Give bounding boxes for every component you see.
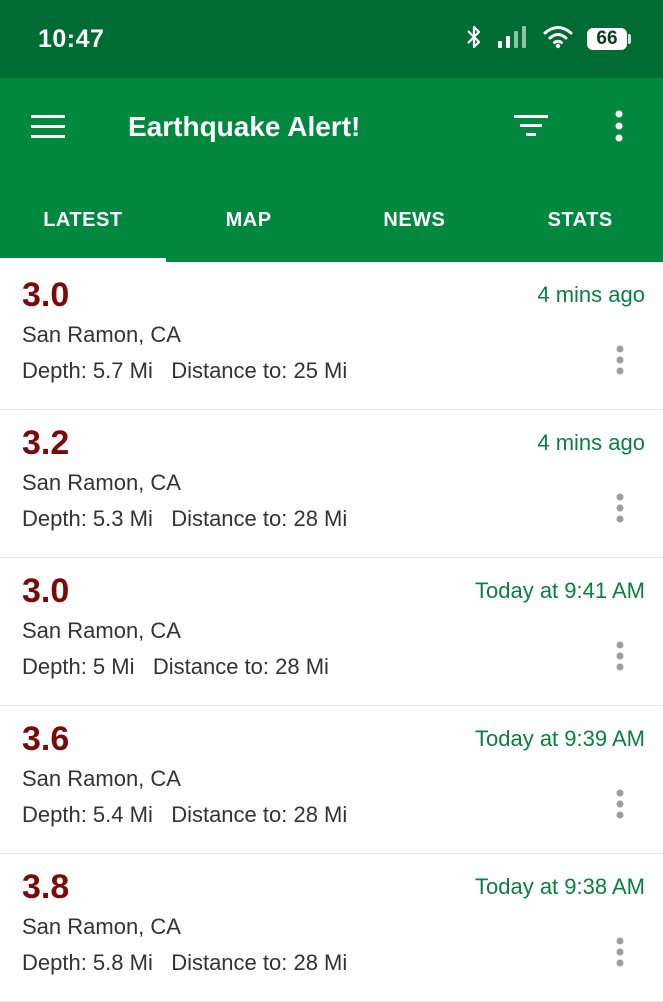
filter-icon [514,113,548,144]
more-vert-icon [615,641,625,676]
quake-depth: Depth: 5.4 Mi [22,802,153,827]
quake-distance: Distance to: 28 Mi [152,654,329,679]
list-item[interactable]: 3.0 4 mins ago San Ramon, CA Depth: 5.7 … [0,262,663,410]
status-time: 10:47 [38,24,105,53]
toolbar: Earthquake Alert! [0,78,663,178]
list-item[interactable]: 3.8 Today at 9:38 AM San Ramon, CA Depth… [0,854,663,1002]
list-item[interactable]: 3.6 Today at 9:39 AM San Ramon, CA Depth… [0,706,663,854]
tab-bar: LATEST MAP NEWS STATS [0,178,663,262]
quake-time: Today at 9:38 AM [475,874,645,899]
list-item[interactable]: 3.2 4 mins ago San Ramon, CA Depth: 5.3 … [0,410,663,558]
item-more-button[interactable] [605,342,635,382]
magnitude: 3.0 [22,276,70,314]
quake-place: San Ramon, CA [22,914,181,939]
app-bar: Earthquake Alert! LATEST MAP NEWS STATS [0,78,663,262]
quake-details: Depth: 5.8 Mi Distance to: 28 Mi [22,950,347,976]
quake-time: Today at 9:39 AM [475,726,645,751]
quake-distance: Distance to: 28 Mi [171,802,348,827]
quake-time: Today at 9:41 AM [475,578,645,603]
signal-icon [497,25,529,54]
more-vert-icon [614,110,624,147]
status-icons: 66 [465,24,631,55]
quake-distance: Distance to: 28 Mi [171,950,348,975]
tab-news[interactable]: NEWS [332,178,498,262]
quake-depth: Depth: 5.7 Mi [22,358,153,383]
quake-distance: Distance to: 28 Mi [171,506,348,531]
overflow-menu-button[interactable] [599,108,639,148]
magnitude: 3.6 [22,720,70,758]
filter-button[interactable] [511,108,551,148]
quake-place: San Ramon, CA [22,618,181,643]
item-more-button[interactable] [605,638,635,678]
tab-latest[interactable]: LATEST [0,178,166,262]
quake-place: San Ramon, CA [22,322,181,347]
magnitude: 3.8 [22,868,70,906]
list-item[interactable]: 3.0 Today at 9:41 AM San Ramon, CA Depth… [0,558,663,706]
item-more-button[interactable] [605,490,635,530]
quake-depth: Depth: 5.3 Mi [22,506,153,531]
quake-place: San Ramon, CA [22,470,181,495]
wifi-icon [543,25,573,54]
more-vert-icon [615,789,625,824]
quake-place: San Ramon, CA [22,766,181,791]
quake-depth: Depth: 5.8 Mi [22,950,153,975]
more-vert-icon [615,493,625,528]
quake-distance: Distance to: 25 Mi [171,358,348,383]
item-more-button[interactable] [605,934,635,974]
quake-list: 3.0 4 mins ago San Ramon, CA Depth: 5.7 … [0,262,663,1002]
quake-depth: Depth: 5 Mi [22,654,135,679]
status-bar: 10:47 66 [0,0,663,78]
more-vert-icon [615,345,625,380]
magnitude: 3.2 [22,424,70,462]
magnitude: 3.0 [22,572,70,610]
more-vert-icon [615,937,625,972]
quake-details: Depth: 5 Mi Distance to: 28 Mi [22,654,329,680]
tab-stats[interactable]: STATS [497,178,663,262]
menu-icon [31,113,67,146]
item-more-button[interactable] [605,786,635,826]
quake-time: 4 mins ago [537,282,645,307]
menu-button[interactable] [31,111,67,147]
quake-details: Depth: 5.4 Mi Distance to: 28 Mi [22,802,347,828]
quake-details: Depth: 5.3 Mi Distance to: 28 Mi [22,506,347,532]
app-title: Earthquake Alert! [128,111,361,142]
bluetooth-icon [465,24,483,55]
quake-details: Depth: 5.7 Mi Distance to: 25 Mi [22,358,347,384]
quake-time: 4 mins ago [537,430,645,455]
battery-level: 66 [587,28,627,50]
battery-icon: 66 [587,28,631,50]
toolbar-actions [511,108,639,148]
tab-map[interactable]: MAP [166,178,332,262]
